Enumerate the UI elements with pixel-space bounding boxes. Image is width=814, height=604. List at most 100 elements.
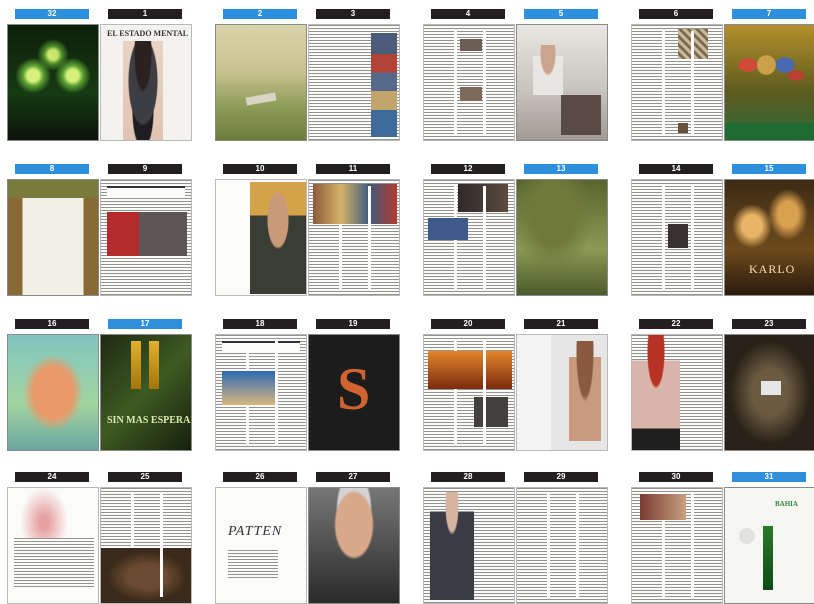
page-thumbnail-3[interactable]	[308, 24, 400, 141]
car-photo	[107, 212, 187, 256]
beer-bottle-image	[149, 341, 159, 389]
page-thumbnail-27[interactable]	[308, 487, 400, 604]
ad-brand: BAHIA	[775, 500, 798, 508]
page-number-label: 24	[15, 472, 89, 482]
page-thumbnail-7[interactable]	[724, 24, 814, 141]
page-number-label: 4	[431, 9, 505, 19]
page-number-label: 21	[524, 319, 598, 329]
text-block	[228, 550, 278, 580]
inline-photo	[460, 87, 482, 101]
page-thumbnail-14[interactable]	[631, 179, 723, 296]
masthead-text: EL ESTADO MENTAL	[107, 29, 189, 38]
page-number-label: 6	[639, 9, 713, 19]
page-thumbnail-23[interactable]	[724, 334, 814, 451]
headline-block	[107, 186, 185, 198]
page-number-label: 25	[108, 472, 182, 482]
page-number-label: 3	[316, 9, 390, 19]
page-thumbnail-19[interactable]: S	[308, 334, 400, 451]
page-thumbnail-1[interactable]: EL ESTADO MENTAL	[100, 24, 192, 141]
beer-bottle-image	[131, 341, 141, 389]
page-thumbnail-26[interactable]: PATTEN	[215, 487, 307, 604]
page-thumbnail-17[interactable]: SIN MAS ESPERAR	[100, 334, 192, 451]
page-number-label: 17	[108, 319, 182, 329]
rock-arch-image	[8, 180, 98, 198]
page-thumbnail-20[interactable]	[423, 334, 515, 451]
page-thumbnail-15[interactable]: KARLO	[724, 179, 814, 296]
page-number-label: 22	[639, 319, 713, 329]
bottle-image	[763, 526, 773, 590]
inline-photo	[222, 371, 276, 405]
page-number-label: 28	[431, 472, 505, 482]
orangutan-photo	[101, 548, 191, 603]
pattern-image	[678, 29, 708, 59]
page-number-label: 15	[732, 164, 806, 174]
page-number-label: 1	[108, 9, 182, 19]
page-number-label: 31	[732, 472, 806, 482]
page-thumbnail-9[interactable]	[100, 179, 192, 296]
text-block	[14, 538, 94, 588]
page-number-label: 2	[223, 9, 297, 19]
page-number-label: 7	[732, 9, 806, 19]
page-thumbnail-11[interactable]	[308, 179, 400, 296]
feature-title: PATTEN	[228, 524, 283, 539]
page-thumbnail-32[interactable]	[7, 24, 99, 141]
green-banner	[725, 123, 814, 140]
ad-slogan: SIN MAS ESPERAR	[107, 415, 192, 426]
page-thumbnail-18[interactable]	[215, 334, 307, 451]
standing-figure	[569, 341, 601, 441]
magazine-spread-grid: 32 1 EL ESTADO MENTAL 2 3 4 5 6 7 8 9 10…	[0, 0, 814, 604]
page-thumbnail-31[interactable]: BAHIA	[724, 487, 814, 604]
page-number-label: 18	[223, 319, 297, 329]
dark-figure-image	[561, 95, 601, 135]
page-thumbnail-25[interactable]	[100, 487, 192, 604]
page-thumbnail-16[interactable]	[7, 334, 99, 451]
page-thumbnail-4[interactable]	[423, 24, 515, 141]
big-letter: S	[337, 356, 371, 422]
page-thumbnail-29[interactable]	[516, 487, 608, 604]
inline-photo	[640, 494, 686, 520]
page-thumbnail-24[interactable]	[7, 487, 99, 604]
cover-title: KARLO	[749, 262, 796, 276]
page-number-label: 32	[15, 9, 89, 19]
inline-photo	[460, 39, 482, 51]
page-number-label: 16	[15, 319, 89, 329]
page-number-label: 23	[732, 319, 806, 329]
suited-man-photo	[430, 492, 474, 600]
page-thumbnail-28[interactable]	[423, 487, 515, 604]
person-image	[533, 45, 563, 95]
page-thumbnail-12[interactable]	[423, 179, 515, 296]
inline-photo	[458, 184, 508, 212]
collage-photo	[313, 184, 397, 224]
page-number-label: 10	[223, 164, 297, 174]
page-thumbnail-21[interactable]	[516, 334, 608, 451]
page-number-label: 19	[316, 319, 390, 329]
page-number-label: 20	[431, 319, 505, 329]
inline-photo	[428, 218, 468, 240]
page-number-label: 8	[15, 164, 89, 174]
page-thumbnail-5[interactable]	[516, 24, 608, 141]
page-number-label: 11	[316, 164, 390, 174]
mask-image	[761, 381, 781, 395]
photo-column	[371, 33, 397, 137]
group-photo	[733, 37, 807, 107]
page-number-label: 12	[431, 164, 505, 174]
fashion-photo	[632, 335, 680, 450]
inline-photo	[474, 397, 508, 427]
page-thumbnail-30[interactable]	[631, 487, 723, 604]
page-thumbnail-22[interactable]	[631, 334, 723, 451]
inline-photo	[678, 123, 688, 133]
page-thumbnail-8[interactable]	[7, 179, 99, 296]
crashed-plane-image	[245, 92, 277, 106]
page-number-label: 29	[524, 472, 598, 482]
page-number-label: 27	[316, 472, 390, 482]
page-number-label: 9	[108, 164, 182, 174]
page-thumbnail-10[interactable]	[215, 179, 307, 296]
page-thumbnail-2[interactable]	[215, 24, 307, 141]
model-photo	[123, 41, 163, 140]
reading-man-photo	[250, 182, 306, 294]
portrait-photo	[668, 224, 688, 248]
page-number-label: 5	[524, 9, 598, 19]
page-thumbnail-13[interactable]	[516, 179, 608, 296]
page-thumbnail-6[interactable]	[631, 24, 723, 141]
concert-photo	[428, 351, 512, 389]
